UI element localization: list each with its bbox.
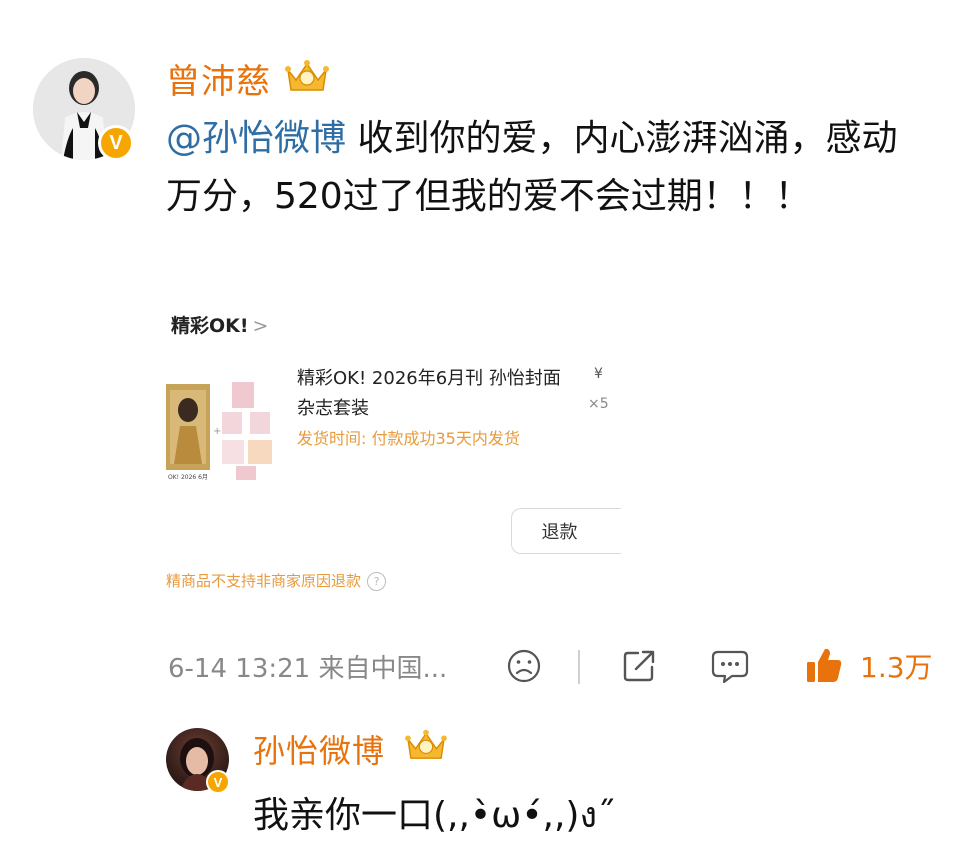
post-timestamp: 6-14 13:21 <box>168 654 311 684</box>
help-icon[interactable]: ? <box>367 572 387 591</box>
mention-link[interactable]: @孙怡微博 <box>166 118 346 159</box>
author-name[interactable]: 曾沛慈 <box>166 54 271 103</box>
svg-text:+: + <box>213 426 221 437</box>
sad-face-icon[interactable] <box>506 648 542 684</box>
reply-crown-badge-icon <box>405 729 447 759</box>
product-name[interactable]: 精彩OK! 2026年6月刊 孙怡封面杂志套装 <box>297 364 577 424</box>
thumb-caption: OK! 2026 6月 <box>168 474 208 481</box>
refund-note-text: 精商品不支持非商家原因退款 <box>166 572 362 590</box>
shop-title: 精彩OK! <box>171 315 249 337</box>
post-meta: 6-14 13:21 来自中国... <box>168 648 447 685</box>
like-count[interactable]: 1.3万 <box>860 646 933 686</box>
chevron-right-icon: > <box>252 315 269 337</box>
thumbs-up-icon[interactable] <box>804 645 844 685</box>
reply-author-name[interactable]: 孙怡微博 <box>253 726 385 772</box>
share-icon[interactable] <box>620 647 658 685</box>
reply-verified-badge-icon: V <box>206 770 230 794</box>
refund-button[interactable]: 退款 <box>511 508 621 554</box>
action-divider <box>578 650 580 684</box>
shipping-time: 发货时间: 付款成功35天内发货 <box>297 429 520 448</box>
reply-text: 我亲你一口(,,•̀ω•́,,)ง˝ <box>253 795 616 836</box>
product-price: ¥ <box>594 366 603 382</box>
product-quantity: ×5 <box>588 396 609 412</box>
verified-badge-icon: V <box>98 125 134 161</box>
refund-note: 精商品不支持非商家原因退款? <box>166 570 387 591</box>
post-text: @孙怡微博 收到你的爱，内心澎湃汹涌，感动万分，520过了但我的爱不会过期！！！ <box>166 110 906 226</box>
crown-badge-icon <box>285 60 329 91</box>
comment-icon[interactable] <box>710 647 750 685</box>
shop-link[interactable]: 精彩OK! > <box>171 311 268 338</box>
product-thumbnail[interactable]: OK! 2026 6月 + <box>166 382 276 482</box>
post-source[interactable]: 来自中国... <box>318 654 447 684</box>
